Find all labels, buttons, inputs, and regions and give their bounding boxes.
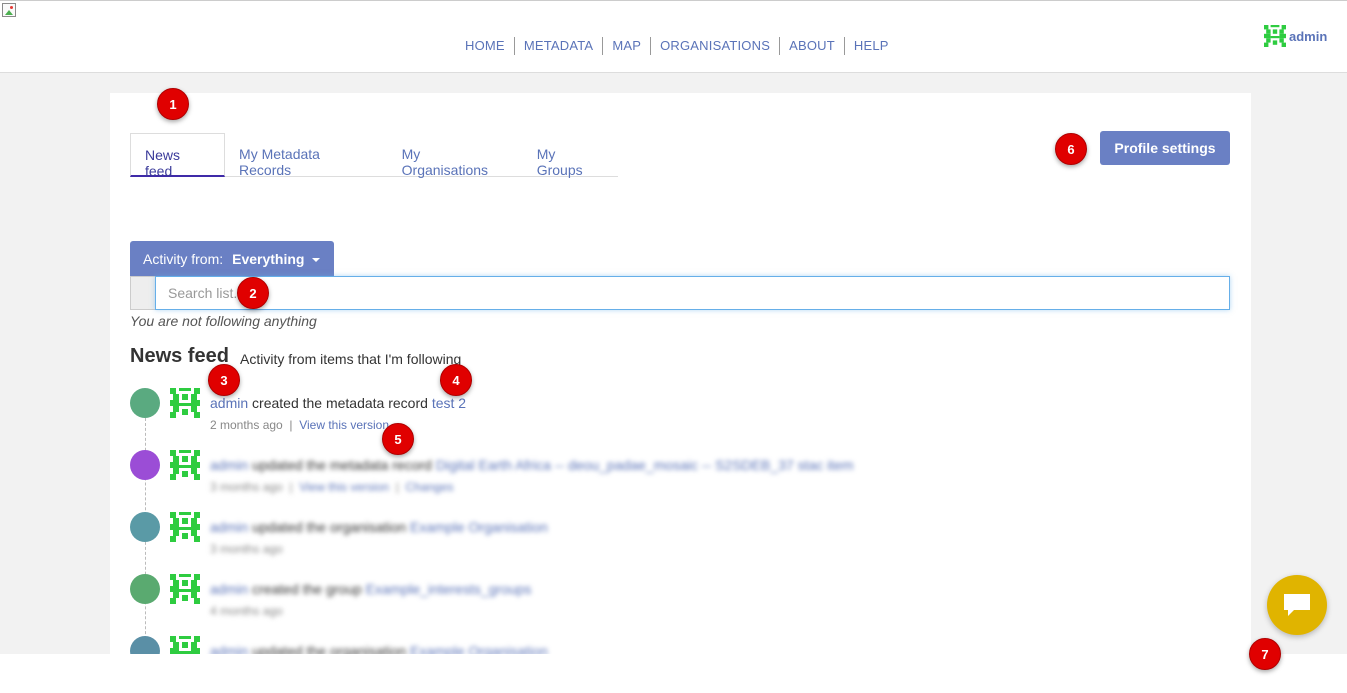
user-menu[interactable]: admin [1264,25,1327,47]
chat-bubble-icon [1284,594,1310,616]
actor-avatar-icon [170,388,200,423]
dashboard-tabs: News feed My Metadata Records My Organis… [130,133,618,179]
user-avatar-icon [1264,25,1286,47]
caret-down-icon [312,257,321,262]
nav-map[interactable]: MAP [602,37,650,55]
nav-about[interactable]: ABOUT [779,37,844,55]
action-text: created the metadata record [252,395,428,411]
actor-avatar-icon [170,512,200,547]
feed-item-text: admin created the group Example_interest… [210,581,531,597]
target-link[interactable]: test 2 [432,395,466,411]
target-link[interactable]: Digital Earth Africa -- deou_padae_mosai… [436,457,854,473]
callout-badge-4: 4 [440,364,472,396]
broken-image-icon [2,3,18,19]
activity-from-value: Everything [232,250,305,267]
tab-my-organisations[interactable]: My Organisations [388,133,523,178]
nav-home[interactable]: HOME [456,37,514,55]
callout-badge-3: 3 [208,364,240,396]
activity-from-dropdown[interactable]: Activity from: Everything [130,241,334,276]
callout-badge-1: 1 [157,88,189,120]
action-text: updated the metadata record [252,457,432,473]
action-text: updated the organisation [252,519,407,535]
view-version-link[interactable]: View this version [299,418,389,432]
feed-item-text: admin updated the organisation Example O… [210,519,548,535]
user-name[interactable]: admin [1289,29,1327,44]
page-footer-area [0,654,1347,693]
activity-type-icon [130,388,160,418]
feed-item: admin created the metadata record test 2… [130,388,1030,438]
actor-link[interactable]: admin [210,519,248,535]
callout-badge-2: 2 [237,277,269,309]
target-link[interactable]: Example_interests_groups [366,581,532,597]
tab-my-metadata-records[interactable]: My Metadata Records [225,133,388,178]
changes-link[interactable]: Changes [405,480,453,494]
nav-metadata[interactable]: METADATA [513,37,603,55]
actor-avatar-icon [170,450,200,485]
search-input[interactable] [155,276,1230,310]
target-link[interactable]: Example Organisation [410,519,548,535]
separator: | [395,480,399,494]
activity-type-icon [130,574,160,604]
feed-subtitle: Activity from items that I'm following [240,351,462,367]
actor-link[interactable]: admin [210,581,248,597]
feed-item: admin updated the organisation Example O… [130,512,1030,562]
callout-badge-7: 7 [1249,638,1281,670]
activity-from-label: Activity from: [143,250,224,267]
top-header: HOME METADATA MAP ORGANISATIONS ABOUT HE… [0,0,1347,73]
feed-item: admin created the group Example_interest… [130,574,1030,624]
action-text: created the group [252,581,362,597]
main-nav: HOME METADATA MAP ORGANISATIONS ABOUT HE… [456,37,898,55]
feed-item-time: 3 months ago [210,542,283,556]
separator: | [289,418,293,432]
not-following-message: You are not following anything [130,313,317,329]
actor-link[interactable]: admin [210,457,248,473]
nav-organisations[interactable]: ORGANISATIONS [650,37,779,55]
feed-item-meta: 4 months ago [210,604,283,618]
search-addon [130,276,156,310]
actor-avatar-icon [170,574,200,609]
chat-button[interactable] [1267,575,1327,635]
view-version-link[interactable]: View this version [299,480,389,494]
feed-item-meta: 3 months ago [210,542,283,556]
feed-item-time: 4 months ago [210,604,283,618]
feed-item-text: admin created the metadata record test 2 [210,395,466,411]
activity-type-icon [130,512,160,542]
feed-item-time: 3 months ago [210,480,283,494]
feed-item-meta: 3 months ago | View this version | Chang… [210,480,454,494]
separator: | [289,480,293,494]
feed-item: admin updated the metadata record Digita… [130,450,1030,500]
feed-item-text: admin updated the metadata record Digita… [210,457,854,473]
tab-my-groups[interactable]: My Groups [523,133,618,178]
actor-link[interactable]: admin [210,395,248,411]
nav-help[interactable]: HELP [843,37,898,55]
callout-badge-5: 5 [382,423,414,455]
feed-item-time: 2 months ago [210,418,283,432]
feed-item-meta: 2 months ago | View this version [210,418,389,432]
tab-news-feed[interactable]: News feed [130,133,226,179]
profile-settings-button[interactable]: Profile settings [1100,131,1230,165]
callout-badge-6: 6 [1055,133,1087,165]
feed-title: News feed [130,345,229,367]
activity-type-icon [130,450,160,480]
